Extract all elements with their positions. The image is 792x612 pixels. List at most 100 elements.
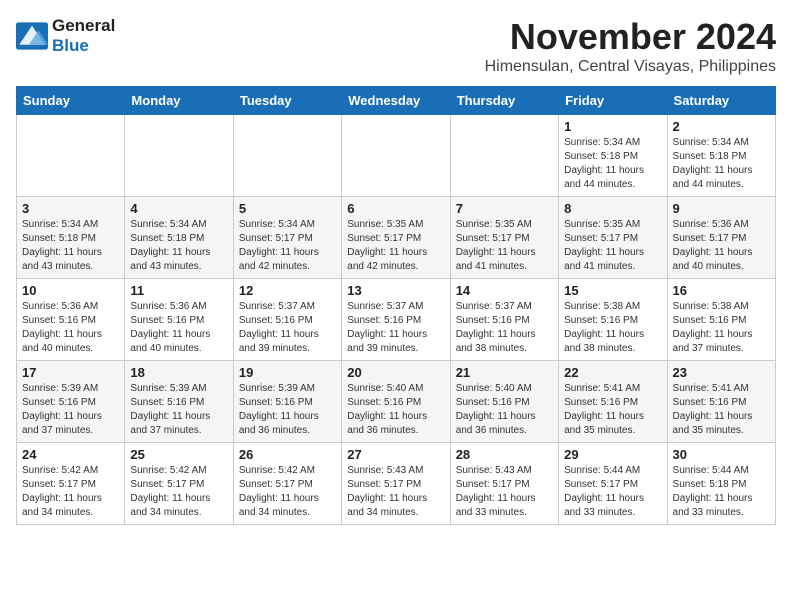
day-info: Daylight: 11 hours and 39 minutes. [239, 328, 336, 356]
calendar-cell [125, 115, 233, 197]
weekday-header-thursday: Thursday [450, 87, 558, 115]
calendar-cell: 26Sunrise: 5:42 AMSunset: 5:17 PMDayligh… [233, 443, 341, 525]
weekday-header-friday: Friday [559, 87, 667, 115]
day-info: Sunset: 5:18 PM [673, 150, 770, 164]
day-number: 12 [239, 283, 336, 298]
calendar-cell [450, 115, 558, 197]
day-info: Sunrise: 5:39 AM [130, 382, 227, 396]
day-info: Sunrise: 5:34 AM [564, 136, 661, 150]
day-number: 9 [673, 201, 770, 216]
day-info: Sunrise: 5:34 AM [673, 136, 770, 150]
title-area: November 2024 Himensulan, Central Visaya… [485, 16, 776, 76]
day-info: Sunrise: 5:44 AM [564, 464, 661, 478]
day-info: Sunset: 5:18 PM [22, 232, 119, 246]
day-info: Sunset: 5:17 PM [564, 478, 661, 492]
day-number: 30 [673, 447, 770, 462]
calendar-cell: 23Sunrise: 5:41 AMSunset: 5:16 PMDayligh… [667, 361, 775, 443]
calendar-cell: 21Sunrise: 5:40 AMSunset: 5:16 PMDayligh… [450, 361, 558, 443]
calendar-cell: 27 Sunrise: 5:43 AMSunset: 5:17 PMDayligh… [342, 443, 450, 525]
day-number: 7 [456, 201, 553, 216]
calendar-cell: 19Sunrise: 5:39 AMSunset: 5:16 PMDayligh… [233, 361, 341, 443]
weekday-header-monday: Monday [125, 87, 233, 115]
day-info: Sunset: 5:17 PM [22, 478, 119, 492]
day-info: Daylight: 11 hours and 35 minutes. [564, 410, 661, 438]
day-number: 27 [347, 447, 444, 462]
logo: General Blue [16, 16, 115, 56]
weekday-header-saturday: Saturday [667, 87, 775, 115]
day-info: Sunrise: 5:39 AM [22, 382, 119, 396]
day-info: Sunrise: 5:41 AM [673, 382, 770, 396]
calendar-cell: 24Sunrise: 5:42 AMSunset: 5:17 PMDayligh… [17, 443, 125, 525]
calendar-cell: 8Sunrise: 5:35 AMSunset: 5:17 PMDaylight… [559, 197, 667, 279]
day-number: 22 [564, 365, 661, 380]
day-info: Sunrise: 5:43 AM [347, 464, 444, 478]
day-info: Sunrise: 5:37 AM [347, 300, 444, 314]
calendar-cell: 4Sunrise: 5:34 AMSunset: 5:18 PMDaylight… [125, 197, 233, 279]
day-info: Sunset: 5:16 PM [347, 314, 444, 328]
day-number: 29 [564, 447, 661, 462]
day-info: Sunset: 5:17 PM [456, 232, 553, 246]
day-info: Sunset: 5:18 PM [564, 150, 661, 164]
weekday-header-sunday: Sunday [17, 87, 125, 115]
day-info: Daylight: 11 hours and 42 minutes. [347, 246, 444, 274]
weekday-header-tuesday: Tuesday [233, 87, 341, 115]
day-info: Daylight: 11 hours and 34 minutes. [239, 492, 336, 520]
day-number: 23 [673, 365, 770, 380]
calendar-cell: 2Sunrise: 5:34 AMSunset: 5:18 PMDaylight… [667, 115, 775, 197]
day-info: Daylight: 11 hours and 37 minutes. [22, 410, 119, 438]
day-number: 21 [456, 365, 553, 380]
calendar-cell: 18Sunrise: 5:39 AMSunset: 5:16 PMDayligh… [125, 361, 233, 443]
day-info: Sunrise: 5:36 AM [130, 300, 227, 314]
calendar-cell: 25Sunrise: 5:42 AMSunset: 5:17 PMDayligh… [125, 443, 233, 525]
day-info: Sunset: 5:16 PM [239, 314, 336, 328]
day-info: Sunset: 5:16 PM [673, 314, 770, 328]
calendar-cell: 11Sunrise: 5:36 AMSunset: 5:16 PMDayligh… [125, 279, 233, 361]
day-number: 4 [130, 201, 227, 216]
day-info: Sunrise: 5:38 AM [673, 300, 770, 314]
calendar-cell: 15Sunrise: 5:38 AMSunset: 5:16 PMDayligh… [559, 279, 667, 361]
day-number: 1 [564, 119, 661, 134]
day-info: Sunrise: 5:42 AM [22, 464, 119, 478]
day-info: Sunset: 5:16 PM [130, 396, 227, 410]
calendar-cell: 12 Sunrise: 5:37 AMSunset: 5:16 PMDayligh… [233, 279, 341, 361]
day-info: Sunset: 5:17 PM [239, 232, 336, 246]
day-info: Sunset: 5:18 PM [130, 232, 227, 246]
day-info: Daylight: 11 hours and 36 minutes. [347, 410, 444, 438]
logo-icon [16, 22, 48, 50]
day-info: Sunset: 5:16 PM [22, 314, 119, 328]
day-info: Sunrise: 5:41 AM [564, 382, 661, 396]
day-info: Sunset: 5:17 PM [347, 478, 444, 492]
header: General Blue November 2024 Himensulan, C… [16, 16, 776, 76]
day-info: Daylight: 11 hours and 41 minutes. [564, 246, 661, 274]
day-info: Sunset: 5:16 PM [564, 314, 661, 328]
day-info: Daylight: 11 hours and 38 minutes. [456, 328, 553, 356]
day-number: 6 [347, 201, 444, 216]
day-info: Sunrise: 5:38 AM [564, 300, 661, 314]
calendar-cell: 17Sunrise: 5:39 AMSunset: 5:16 PMDayligh… [17, 361, 125, 443]
day-info: Daylight: 11 hours and 41 minutes. [456, 246, 553, 274]
day-info: Daylight: 11 hours and 34 minutes. [347, 492, 444, 520]
day-info: Daylight: 11 hours and 40 minutes. [673, 246, 770, 274]
day-number: 15 [564, 283, 661, 298]
day-info: Daylight: 11 hours and 40 minutes. [130, 328, 227, 356]
day-info: Sunrise: 5:34 AM [239, 218, 336, 232]
calendar-table: SundayMondayTuesdayWednesdayThursdayFrid… [16, 86, 776, 525]
day-number: 20 [347, 365, 444, 380]
day-number: 3 [22, 201, 119, 216]
calendar-cell [342, 115, 450, 197]
day-number: 10 [22, 283, 119, 298]
day-number: 18 [130, 365, 227, 380]
day-info: Daylight: 11 hours and 44 minutes. [564, 164, 661, 192]
day-info: Daylight: 11 hours and 43 minutes. [22, 246, 119, 274]
day-info: Sunrise: 5:37 AM [456, 300, 553, 314]
day-number: 5 [239, 201, 336, 216]
day-info: Sunset: 5:16 PM [347, 396, 444, 410]
day-info: Sunset: 5:16 PM [239, 396, 336, 410]
day-info: Sunset: 5:17 PM [456, 478, 553, 492]
day-info: Sunrise: 5:37 AM [239, 300, 336, 314]
calendar-cell: 14Sunrise: 5:37 AMSunset: 5:16 PMDayligh… [450, 279, 558, 361]
calendar-cell: 10Sunrise: 5:36 AMSunset: 5:16 PMDayligh… [17, 279, 125, 361]
day-number: 19 [239, 365, 336, 380]
day-info: Daylight: 11 hours and 33 minutes. [673, 492, 770, 520]
day-info: Sunrise: 5:39 AM [239, 382, 336, 396]
